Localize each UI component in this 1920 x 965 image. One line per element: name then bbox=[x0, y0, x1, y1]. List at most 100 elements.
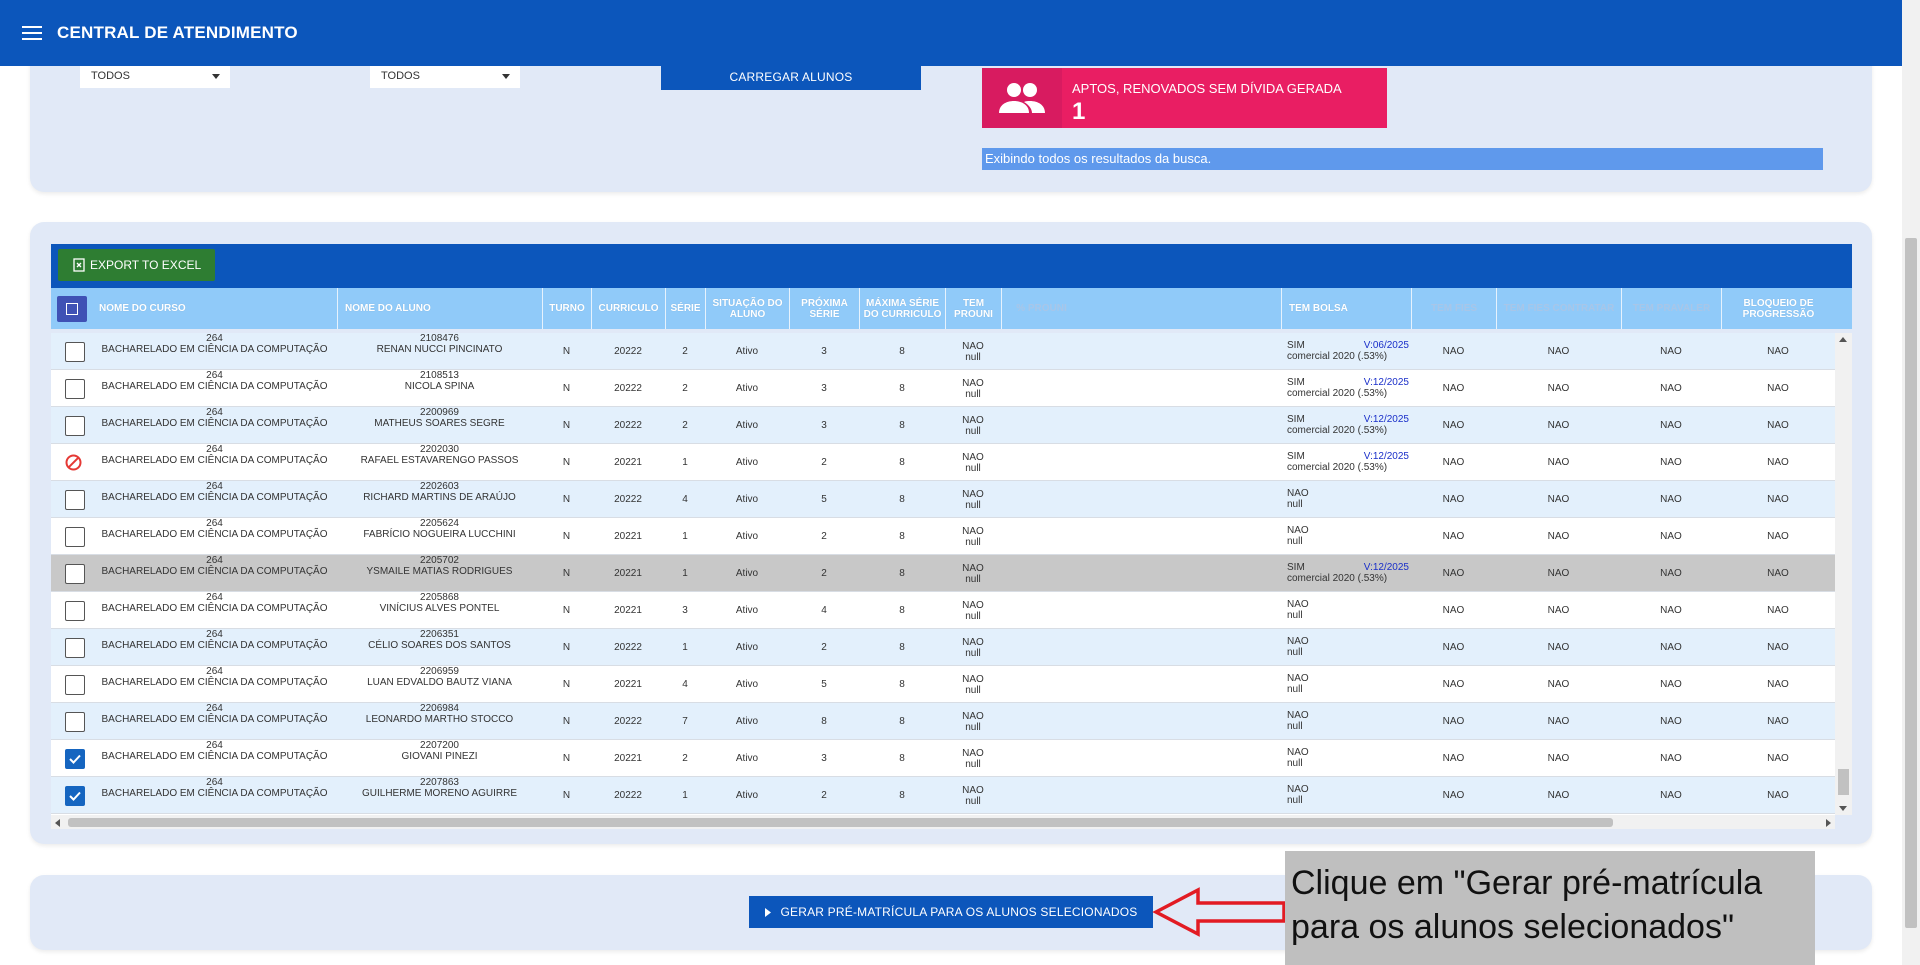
student-id: 2200969 bbox=[420, 407, 459, 418]
row-checkbox[interactable] bbox=[65, 786, 85, 806]
col-fies[interactable]: TEM FIES bbox=[1411, 288, 1496, 329]
table-row[interactable]: 264 BACHARELADO EM CIÊNCIA DA COMPUTAÇÃO 2… bbox=[51, 777, 1835, 814]
filter-select-1[interactable]: TODOS bbox=[80, 66, 230, 88]
student-name: GUILHERME MORENO AGUIRRE bbox=[361, 788, 518, 799]
menu-icon[interactable] bbox=[22, 26, 42, 40]
col-curriculo[interactable]: CURRICULO bbox=[591, 288, 665, 329]
table-row[interactable]: 264 BACHARELADO EM CIÊNCIA DA COMPUTAÇÃO 2… bbox=[51, 518, 1835, 555]
row-checkbox[interactable] bbox=[65, 342, 85, 362]
curriculo-cell: 20221 bbox=[614, 531, 642, 542]
table-row[interactable]: 264 BACHARELADO EM CIÊNCIA DA COMPUTAÇÃO 2… bbox=[51, 370, 1835, 407]
row-checkbox[interactable] bbox=[65, 416, 85, 436]
prouni-cell: NAO null bbox=[945, 518, 1001, 555]
bolsa-cell: SIM comercial 2020 (.53%) V:12/2025 bbox=[1287, 451, 1409, 473]
col-fies-contratar[interactable]: TEM FIES CONTRATAR bbox=[1496, 288, 1621, 329]
bolsa-validity: V:12/2025 bbox=[1363, 414, 1409, 425]
table-row[interactable]: 264 BACHARELADO EM CIÊNCIA DA COMPUTAÇÃO 2… bbox=[51, 629, 1835, 666]
bloqueio-cell: NAO bbox=[1767, 790, 1789, 801]
student-id: 2207200 bbox=[420, 740, 459, 751]
scroll-down-icon[interactable] bbox=[1839, 806, 1847, 811]
col-prouni[interactable]: TEM PROUNI bbox=[945, 288, 1001, 329]
fies-contratar-cell: NAO bbox=[1547, 679, 1570, 690]
bolsa-sub: null bbox=[1287, 684, 1303, 695]
table-row[interactable]: 264 BACHARELADO EM CIÊNCIA DA COMPUTAÇÃO 2… bbox=[51, 481, 1835, 518]
bolsa-cell: NAO null bbox=[1287, 673, 1409, 695]
generate-prematricula-button[interactable]: GERAR PRÉ-MATRÍCULA PARA OS ALUNOS SELEC… bbox=[749, 896, 1153, 928]
course-code: 264 bbox=[206, 740, 223, 751]
bolsa-value: NAO bbox=[1287, 525, 1309, 536]
table-vertical-scrollbar[interactable] bbox=[1835, 333, 1852, 815]
situacao-cell: Ativo bbox=[735, 531, 759, 542]
pravaler-cell: NAO bbox=[1660, 346, 1682, 357]
col-bolsa[interactable]: TEM BOLSA bbox=[1281, 288, 1411, 329]
bloqueio-cell: NAO bbox=[1767, 753, 1789, 764]
row-checkbox[interactable] bbox=[65, 490, 85, 510]
col-maxima[interactable]: MÁXIMA SÉRIE DO CURRICULO bbox=[859, 288, 945, 329]
student-name: LEONARDO MARTHO STOCCO bbox=[365, 714, 514, 725]
curriculo-cell: 20221 bbox=[614, 679, 642, 690]
prouni-cell: NAO null bbox=[945, 777, 1001, 814]
table-row[interactable]: 264 BACHARELADO EM CIÊNCIA DA COMPUTAÇÃO 2… bbox=[51, 555, 1835, 592]
pravaler-cell: NAO bbox=[1660, 642, 1682, 653]
page-vertical-scrollbar[interactable] bbox=[1902, 0, 1920, 965]
row-checkbox[interactable] bbox=[65, 675, 85, 695]
table-row[interactable]: 264 BACHARELADO EM CIÊNCIA DA COMPUTAÇÃO 2… bbox=[51, 666, 1835, 703]
col-aluno[interactable]: NOME DO ALUNO bbox=[337, 288, 542, 329]
table-hscroll-thumb[interactable] bbox=[68, 818, 1613, 827]
course-name: BACHARELADO EM CIÊNCIA DA COMPUTAÇÃO bbox=[101, 714, 328, 725]
table-vscroll-thumb[interactable] bbox=[1838, 769, 1849, 795]
row-checkbox[interactable] bbox=[65, 379, 85, 399]
turno-cell: N bbox=[562, 420, 571, 431]
row-checkbox[interactable] bbox=[65, 601, 85, 621]
table-row[interactable]: 264 BACHARELADO EM CIÊNCIA DA COMPUTAÇÃO 2… bbox=[51, 407, 1835, 444]
table-row[interactable]: 264 BACHARELADO EM CIÊNCIA DA COMPUTAÇÃO 2… bbox=[51, 703, 1835, 740]
prouni-sub: null bbox=[965, 647, 981, 659]
col-bloqueio[interactable]: BLOQUEIO DE PROGRESSÃO bbox=[1721, 288, 1835, 329]
fies-contratar-cell: NAO bbox=[1547, 716, 1570, 727]
filter-select-2[interactable]: TODOS bbox=[370, 66, 520, 88]
fies-contratar-cell: NAO bbox=[1547, 568, 1570, 579]
row-checkbox[interactable] bbox=[65, 638, 85, 658]
serie-cell: 1 bbox=[682, 457, 688, 468]
serie-cell: 1 bbox=[682, 790, 688, 801]
fies-contratar-cell: NAO bbox=[1547, 346, 1570, 357]
scroll-right-icon[interactable] bbox=[1826, 819, 1831, 827]
table-row[interactable]: 264 BACHARELADO EM CIÊNCIA DA COMPUTAÇÃO 2… bbox=[51, 740, 1835, 777]
situacao-cell: Ativo bbox=[735, 753, 759, 764]
bolsa-cell: SIM comercial 2020 (.53%) V:12/2025 bbox=[1287, 562, 1409, 584]
status-card[interactable]: APTOS, RENOVADOS SEM DÍVIDA GERADA 1 bbox=[982, 68, 1387, 128]
course-code: 264 bbox=[206, 555, 223, 566]
col-curso[interactable]: NOME DO CURSO bbox=[92, 288, 337, 329]
col-prouni-pct[interactable]: % PROUNI bbox=[1001, 288, 1081, 329]
table-row[interactable]: 264 BACHARELADO EM CIÊNCIA DA COMPUTAÇÃO 2… bbox=[51, 333, 1835, 370]
row-checkbox[interactable] bbox=[65, 527, 85, 547]
col-serie[interactable]: SÉRIE bbox=[665, 288, 705, 329]
export-excel-button[interactable]: EXPORT TO EXCEL bbox=[58, 249, 215, 281]
status-card-count: 1 bbox=[1072, 98, 1086, 125]
student-name: MATHEUS SOARES SEGRE bbox=[374, 418, 505, 429]
fies-cell: NAO bbox=[1442, 420, 1465, 431]
scroll-left-icon[interactable] bbox=[55, 819, 60, 827]
course-code: 264 bbox=[206, 407, 223, 418]
table-row[interactable]: 264 BACHARELADO EM CIÊNCIA DA COMPUTAÇÃO 2… bbox=[51, 444, 1835, 481]
row-checkbox[interactable] bbox=[65, 749, 85, 769]
table-row[interactable]: 264 BACHARELADO EM CIÊNCIA DA COMPUTAÇÃO 2… bbox=[51, 592, 1835, 629]
select-all-checkbox[interactable] bbox=[57, 296, 87, 322]
table-horizontal-scrollbar[interactable] bbox=[51, 815, 1835, 829]
row-checkbox[interactable] bbox=[65, 712, 85, 732]
col-pravaler[interactable]: TEM PRAVALER bbox=[1621, 288, 1721, 329]
col-situacao[interactable]: SITUAÇÃO DO ALUNO bbox=[705, 288, 789, 329]
scroll-up-icon[interactable] bbox=[1839, 337, 1847, 342]
page-vscroll-thumb[interactable] bbox=[1905, 238, 1917, 928]
col-turno[interactable]: TURNO bbox=[542, 288, 591, 329]
bolsa-sub: null bbox=[1287, 647, 1303, 658]
curriculo-cell: 20221 bbox=[614, 605, 642, 616]
col-proxima[interactable]: PRÓXIMA SÉRIE bbox=[789, 288, 859, 329]
prouni-cell: NAO null bbox=[945, 555, 1001, 592]
bolsa-validity: V:06/2025 bbox=[1363, 340, 1409, 351]
turno-cell: N bbox=[562, 531, 571, 542]
row-checkbox[interactable] bbox=[65, 564, 85, 584]
course-name: BACHARELADO EM CIÊNCIA DA COMPUTAÇÃO bbox=[101, 640, 328, 651]
status-card-label: APTOS, RENOVADOS SEM DÍVIDA GERADA bbox=[1072, 81, 1342, 96]
proxima-cell: 2 bbox=[821, 642, 827, 653]
